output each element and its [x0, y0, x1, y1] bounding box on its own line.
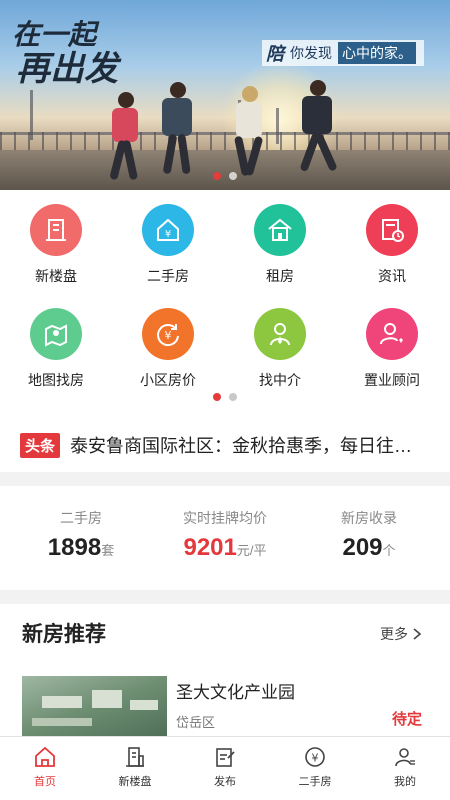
consultant-icon — [366, 308, 418, 360]
menu-label: 置业顾问 — [364, 372, 420, 388]
tab-home[interactable]: 首页 — [0, 737, 90, 800]
tab-new-homes[interactable]: 新楼盘 — [90, 737, 180, 800]
tab-label: 发布 — [214, 776, 236, 788]
tagline-big: 陪 — [266, 44, 284, 64]
stat-value: 9201 — [183, 534, 237, 561]
stat-title: 二手房 — [60, 510, 102, 526]
stat-value: 1898 — [47, 534, 102, 561]
menu-label: 找中介 — [259, 372, 301, 388]
stat-unit: 套 — [101, 543, 115, 558]
yuan-circle-icon: ¥ — [305, 747, 325, 767]
menu-item-find-agent[interactable]: 找中介 — [224, 308, 336, 398]
headline-news[interactable]: 头条 泰安鲁商国际社区：金秋拾惠季，每日往… — [0, 418, 450, 472]
stat-new-homes[interactable]: 新房收录 209个 — [294, 508, 444, 562]
stat-second-hand[interactable]: 二手房 1898套 — [6, 508, 156, 562]
menu-dot[interactable] — [229, 393, 237, 401]
banner-road — [0, 150, 450, 190]
menu-item-new-homes[interactable]: 新楼盘 — [0, 204, 112, 294]
more-label: 更多 — [380, 626, 408, 642]
property-thumbnail[interactable] — [22, 676, 167, 736]
menu-label: 新楼盘 — [35, 268, 77, 284]
yuan-refresh-icon: ¥ — [142, 308, 194, 360]
tab-label: 首页 — [34, 776, 56, 788]
news-clock-icon — [366, 204, 418, 256]
tab-profile[interactable]: 我的 — [360, 737, 450, 800]
svg-text:¥: ¥ — [165, 229, 171, 240]
menu-dot-active[interactable] — [213, 393, 221, 401]
svg-text:¥: ¥ — [312, 752, 319, 765]
profile-icon — [395, 748, 415, 767]
market-stats: 二手房 1898套 实时挂牌均价 9201元/平 新房收录 209个 — [0, 486, 450, 590]
slogan-line2: 再出发 — [16, 48, 118, 89]
banner-dot-active[interactable] — [213, 172, 221, 180]
property-status: 待定 — [391, 711, 422, 728]
chevron-right-icon — [413, 628, 422, 640]
tagline-text: 你发现 — [290, 45, 332, 61]
slogan-line1: 在一起 — [12, 18, 97, 51]
headline-text[interactable]: 泰安鲁商国际社区：金秋拾惠季，每日往… — [70, 432, 420, 458]
stat-avg-price[interactable]: 实时挂牌均价 9201元/平 — [150, 508, 300, 562]
menu-label: 地图找房 — [28, 372, 84, 388]
more-link[interactable]: 更多 — [380, 624, 422, 644]
house-icon — [254, 204, 306, 256]
tab-label: 二手房 — [298, 776, 332, 788]
stat-value: 209 — [342, 534, 383, 561]
map-pin-icon — [30, 308, 82, 360]
tab-second-hand[interactable]: ¥ 二手房 — [270, 737, 360, 800]
stat-unit: 元/平 — [236, 543, 267, 558]
section-title: 新房推荐 — [22, 623, 106, 646]
menu-label: 小区房价 — [140, 372, 196, 388]
home-icon — [35, 746, 55, 767]
property-name[interactable]: 圣大文化产业园 — [176, 678, 295, 703]
tab-label: 新楼盘 — [118, 776, 152, 788]
tab-publish[interactable]: 发布 — [180, 737, 270, 800]
yuan-house-icon: ¥ — [142, 204, 194, 256]
banner-tagline: 陪 你发现 心中的家。 — [262, 40, 424, 66]
stat-unit: 个 — [382, 543, 396, 558]
svg-text:¥: ¥ — [165, 329, 172, 342]
banner-pagination — [0, 172, 450, 180]
menu-item-consultant[interactable]: 置业顾问 — [336, 308, 448, 398]
headline-tag: 头条 — [20, 432, 61, 458]
tagline-highlight: 心中的家。 — [338, 42, 416, 64]
menu-label: 租房 — [266, 268, 294, 284]
bottom-tab-bar: 首页 新楼盘 发布 ¥ 二手房 我的 — [0, 736, 450, 800]
banner-dot[interactable] — [229, 172, 237, 180]
menu-pagination — [0, 393, 450, 401]
menu-item-second-hand[interactable]: ¥ 二手房 — [112, 204, 224, 294]
menu-label: 资讯 — [378, 268, 406, 284]
banner-slogan: 在一起 再出发 — [12, 18, 118, 89]
banner-carousel[interactable]: 在一起 再出发 陪 你发现 心中的家。 — [0, 0, 450, 190]
building-icon — [126, 747, 144, 767]
menu-item-map-search[interactable]: 地图找房 — [0, 308, 112, 398]
new-home-recommendations: 新房推荐 更多 圣大文化产业园 岱岳区 待定 — [0, 604, 450, 736]
quick-menu: 新楼盘 ¥ 二手房 租房 资讯 地图找房 ¥ 小区房价 找中介 置业顾问 — [0, 190, 450, 418]
menu-item-community-price[interactable]: ¥ 小区房价 — [112, 308, 224, 398]
stat-title: 新房收录 — [341, 510, 397, 526]
menu-label: 二手房 — [147, 268, 189, 284]
stat-title: 实时挂牌均价 — [183, 510, 267, 526]
building-icon — [30, 204, 82, 256]
menu-item-rent[interactable]: 租房 — [224, 204, 336, 294]
agent-icon — [254, 308, 306, 360]
property-district: 岱岳区 — [176, 715, 216, 730]
publish-icon — [216, 748, 235, 767]
menu-item-news[interactable]: 资讯 — [336, 204, 448, 294]
tab-label: 我的 — [394, 776, 416, 788]
